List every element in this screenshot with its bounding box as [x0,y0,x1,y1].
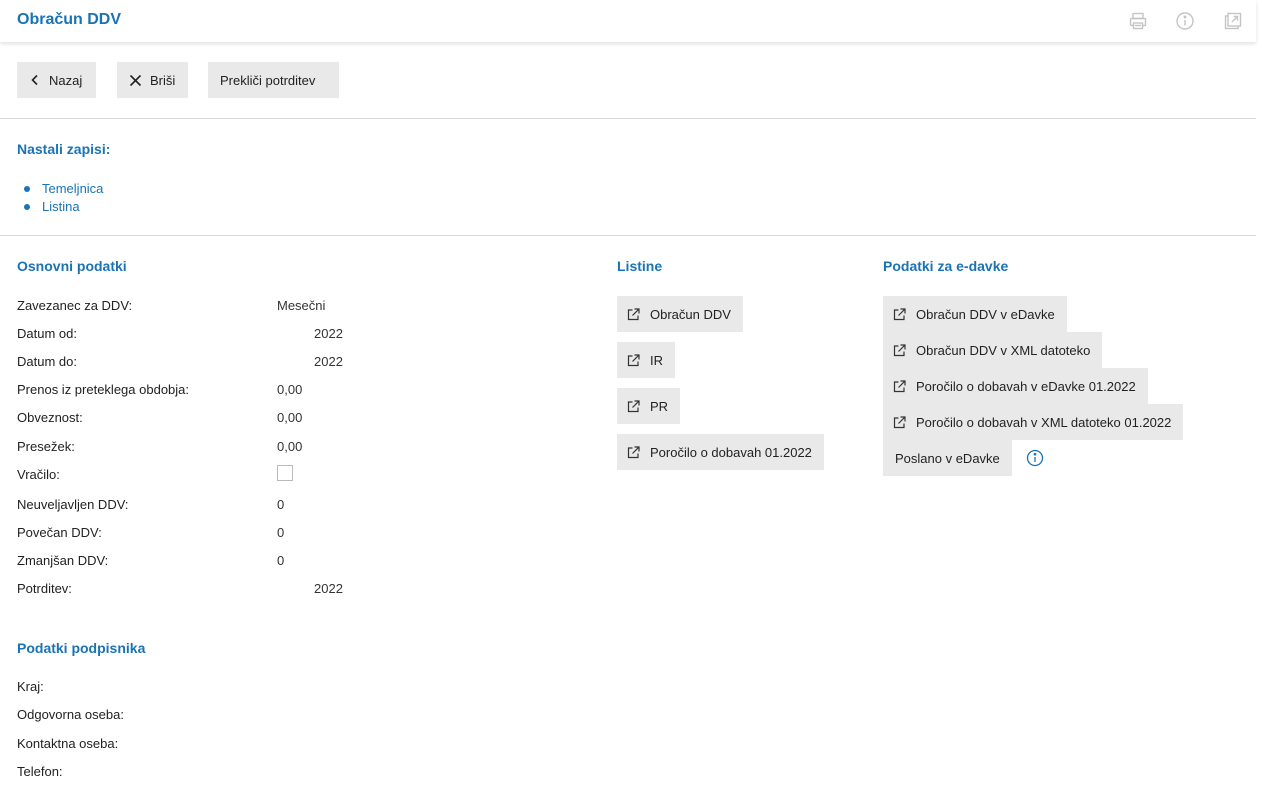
field-label: Datum od: [17,326,77,341]
field-label: Presežek: [17,439,75,454]
record-link-temeljnica[interactable]: Temeljnica [42,181,103,196]
divider [0,235,1256,236]
info-icon[interactable] [1026,449,1044,467]
edavki-button-supply-send[interactable]: Poročilo o dobavah v eDavke 01.2022 [883,368,1148,404]
field-value: 0 [277,553,285,568]
document-button-label: IR [650,352,663,368]
edavki-button-label: Poročilo o dobavah v eDavke 01.2022 [916,378,1136,394]
document-button-pr[interactable]: PR [617,388,681,424]
back-button-label: Nazaj [49,72,83,88]
field-label: Kontaktna oseba: [17,736,119,751]
document-button-label: PR [650,398,669,414]
edavki-button-label: Poročilo o dobavah v XML datoteko 01.202… [916,414,1172,430]
field-label: Prenos iz preteklega obdobja: [17,382,190,397]
field-label: Odgovorna oseba: [17,707,124,722]
external-link-icon [893,343,906,356]
list-item: Listina [24,198,103,216]
document-button-supply-report[interactable]: Poročilo o dobavah 01.2022 [617,434,824,470]
field-label: Povečan DDV: [17,525,102,540]
external-link-icon [893,415,906,428]
info-icon[interactable] [1175,11,1195,31]
field-label: Potrditev: [17,581,72,596]
field-label: Datum do: [17,354,77,369]
delete-button-label: Briši [150,72,176,88]
signer-data-title: Podatki podpisnika [17,640,146,656]
records-list: Temeljnica Listina [24,180,103,216]
field-label: Obveznost: [17,410,83,425]
field-label: Zmanjšan DDV: [17,553,109,568]
print-icon[interactable] [1128,11,1148,31]
sent-to-edavki-label: Poslano v eDavke [895,450,1000,466]
field-label: Vračilo: [17,467,60,482]
open-window-icon[interactable] [1223,11,1243,31]
delete-button[interactable]: Briši [117,62,188,98]
field-value: 0,00 [277,439,303,454]
record-link-listina[interactable]: Listina [42,199,80,214]
field-value: 0 [277,525,285,540]
document-button-label: Poročilo o dobavah 01.2022 [650,444,812,460]
documents-title: Listine [617,258,663,274]
external-link-icon [893,307,906,320]
chevron-left-icon [31,74,38,86]
list-item: Temeljnica [24,180,103,198]
document-button-ir[interactable]: IR [617,342,675,378]
edavki-button-supply-xml[interactable]: Poročilo o dobavah v XML datoteko 01.202… [883,404,1184,440]
field-value: 2022 [314,581,343,596]
field-label: Zavezanec za DDV: [17,298,133,313]
divider [0,118,1256,119]
cancel-confirmation-button[interactable]: Prekliči potrditev [208,62,339,98]
edavki-button-vat-xml[interactable]: Obračun DDV v XML datoteko [883,332,1103,368]
external-link-icon [627,399,640,412]
field-label: Kraj: [17,679,44,694]
edavki-button-label: Obračun DDV v XML datoteko [916,342,1091,358]
external-link-icon [893,379,906,392]
sent-to-edavki-status: Poslano v eDavke [883,440,1012,476]
records-title: Nastali zapisi: [17,141,111,157]
page-header: Obračun DDV [0,0,1256,42]
external-link-icon [627,445,640,458]
field-label: Telefon: [17,764,63,779]
basic-data-title: Osnovni podatki [17,258,127,274]
edavki-button-vat-send[interactable]: Obračun DDV v eDavke [883,296,1067,332]
document-button-vat-calc[interactable]: Obračun DDV [617,296,743,332]
field-label: Neuveljavljen DDV: [17,497,129,512]
refund-checkbox[interactable] [277,465,293,481]
field-value: 0,00 [277,382,303,397]
document-button-label: Obračun DDV [650,306,731,322]
field-value: 2022 [314,354,343,369]
field-value: 0 [277,497,285,512]
external-link-icon [627,307,640,320]
back-button[interactable]: Nazaj [17,62,96,98]
edavki-button-label: Obračun DDV v eDavke [916,306,1055,322]
field-value: 0,00 [277,410,303,425]
field-value: Mesečni [277,298,326,313]
edavki-title: Podatki za e-davke [883,258,1009,274]
external-link-icon [627,353,640,366]
page-title: Obračun DDV [17,11,122,28]
field-value: 2022 [314,326,343,341]
close-icon [129,74,142,86]
cancel-confirmation-label: Prekliči potrditev [220,72,316,88]
